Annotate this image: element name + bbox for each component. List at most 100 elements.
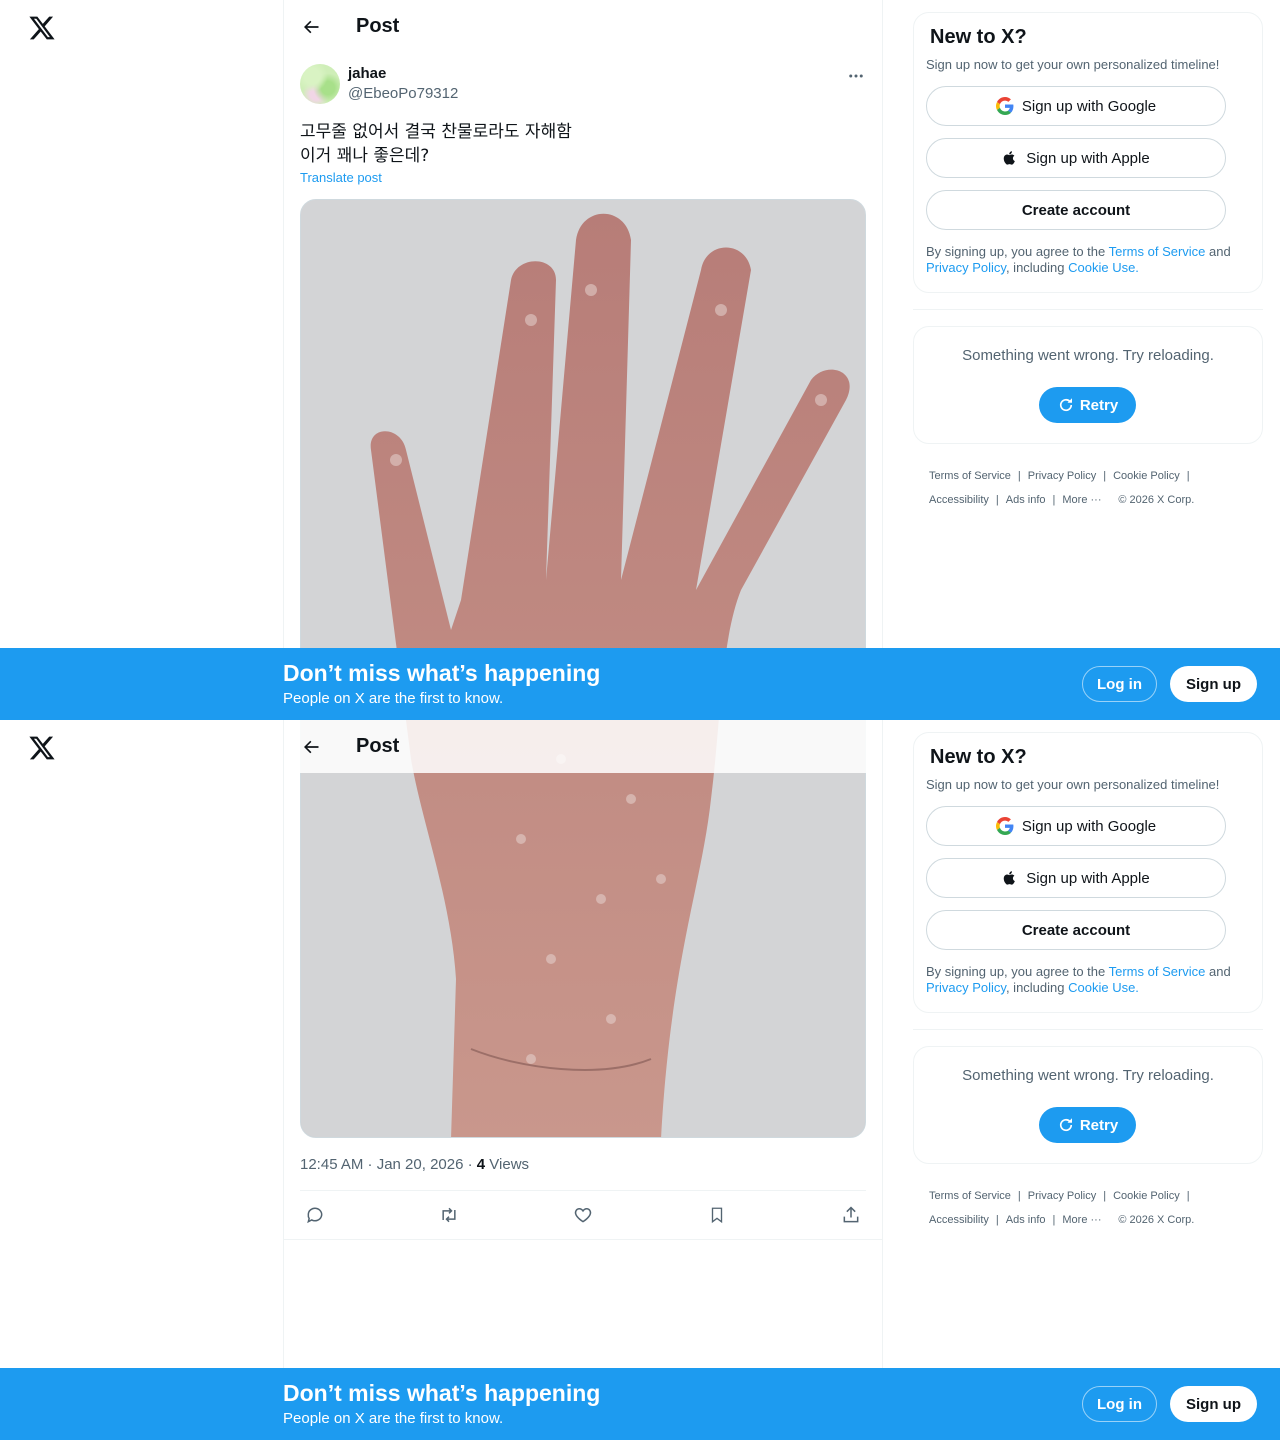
banner-subtitle: People on X are the first to know. [283,1410,504,1427]
footer-more-link[interactable]: More ··· [1062,494,1101,506]
post-text-line-2: 이거 꽤나 좋은데? [300,146,430,166]
share-icon[interactable] [840,1204,862,1226]
terms-of-service-link[interactable]: Terms of Service [1109,244,1206,259]
signup-legal-text: By signing up, you agree to the Terms of… [926,244,1250,276]
google-signup-label: Sign up with Google [1021,97,1157,115]
error-message: Something went wrong. Try reloading. [962,1067,1214,1084]
arrow-left-icon[interactable] [294,10,328,44]
reply-icon[interactable] [304,1204,326,1226]
cookie-use-link[interactable]: Cookie Use. [1068,260,1139,275]
post-text: 고무줄 없어서 결국 찬물로라도 자해함 이거 꽤나 좋은데? [300,120,572,168]
login-button[interactable]: Log in [1082,666,1157,702]
signup-card: New to X? Sign up now to get your own pe… [913,732,1263,1013]
post-author: jahae @EbeoPo79312 [300,64,458,104]
footer-cookie-link[interactable]: Cookie Policy [1113,470,1180,482]
footer-copyright: © 2026 X Corp. [1118,494,1195,506]
signup-button[interactable]: Sign up [1170,1386,1257,1422]
post-meta: 12:45 AM · Jan 20, 2026 · 4 Views [300,1156,529,1173]
legal-and: and [1205,964,1231,979]
views-label: Views [485,1156,530,1173]
terms-of-service-link[interactable]: Terms of Service [1109,964,1206,979]
avatar[interactable] [300,64,340,104]
apple-icon [1002,149,1018,167]
legal-including: , including [1005,980,1069,995]
retry-button[interactable]: Retry [1039,387,1136,423]
refresh-icon [1057,396,1075,414]
apple-signup-button[interactable]: Sign up with Apple [926,138,1226,178]
footer-more-link[interactable]: More ··· [1062,1214,1101,1226]
post-photo[interactable] [300,199,866,720]
google-signup-button[interactable]: Sign up with Google [926,806,1226,846]
footer-terms-link[interactable]: Terms of Service [929,470,1011,482]
footer-accessibility-link[interactable]: Accessibility [929,494,989,506]
footer-accessibility-link[interactable]: Accessibility [929,1214,989,1226]
google-signup-button[interactable]: Sign up with Google [926,86,1226,126]
footer-ads-link[interactable]: Ads info [1006,494,1046,506]
banner-title: Don’t miss what’s happening [283,1380,601,1406]
refresh-icon [1057,1116,1075,1134]
signup-title: New to X? [930,746,1027,768]
post-timestamp[interactable]: 12:45 AM · Jan 20, 2026 · [300,1156,477,1173]
signup-title: New to X? [930,26,1027,48]
bottom-banner: Don’t miss what’s happening People on X … [0,648,1280,720]
google-signup-label: Sign up with Google [1021,817,1157,835]
viewport-scrolled: Post 12:45 AM · Jan 20, 2026 · 4 Views N… [0,720,1280,1440]
legal-and: and [1205,244,1231,259]
sidebar-divider [913,309,1263,310]
banner-title: Don’t miss what’s happening [283,660,601,686]
user-handle[interactable]: @EbeoPo79312 [348,84,458,104]
translate-post-link[interactable]: Translate post [300,170,382,185]
arrow-left-icon[interactable] [294,730,328,764]
post-photo[interactable] [300,720,866,1138]
signup-subtitle: Sign up now to get your own personalized… [926,777,1220,792]
legal-prefix: By signing up, you agree to the [926,244,1109,259]
create-account-button[interactable]: Create account [926,910,1226,950]
footer-terms-link[interactable]: Terms of Service [929,1190,1011,1202]
repost-icon[interactable] [438,1204,460,1226]
create-account-button[interactable]: Create account [926,190,1226,230]
apple-signup-button[interactable]: Sign up with Apple [926,858,1226,898]
post-header: Post [284,0,882,53]
error-card: Something went wrong. Try reloading. Ret… [913,1046,1263,1164]
footer-cookie-link[interactable]: Cookie Policy [1113,1190,1180,1202]
bottom-banner: Don’t miss what’s happening People on X … [0,1368,1280,1440]
legal-prefix: By signing up, you agree to the [926,964,1109,979]
display-name[interactable]: jahae [348,64,458,84]
bookmark-icon[interactable] [706,1204,728,1226]
retry-button[interactable]: Retry [1039,1107,1136,1143]
post-column: Post jahae @EbeoPo79312 고무줄 없어서 결국 찬물로라도… [283,0,883,720]
viewport-top: Post jahae @EbeoPo79312 고무줄 없어서 결국 찬물로라도… [0,0,1280,720]
x-logo-icon[interactable] [28,14,56,42]
more-horizontal-icon[interactable] [844,64,868,88]
page-title: Post [356,15,400,37]
cookie-use-link[interactable]: Cookie Use. [1068,980,1139,995]
post-divider [284,1239,882,1240]
apple-signup-label: Sign up with Apple [1026,869,1150,887]
x-logo-icon[interactable] [28,734,56,762]
heart-icon[interactable] [572,1204,594,1226]
privacy-policy-link[interactable]: Privacy Policy [926,260,1006,275]
post-header: Post [284,720,882,773]
signup-button[interactable]: Sign up [1170,666,1257,702]
retry-label: Retry [1079,396,1119,414]
google-icon [995,817,1014,835]
post-actions [300,1190,866,1239]
legal-including: , including [1005,260,1069,275]
google-icon [995,97,1014,115]
signup-card: New to X? Sign up now to get your own pe… [913,12,1263,293]
footer-privacy-link[interactable]: Privacy Policy [1028,1190,1096,1202]
banner-subtitle: People on X are the first to know. [283,690,504,707]
footer-copyright: © 2026 X Corp. [1118,1214,1195,1226]
footer-privacy-link[interactable]: Privacy Policy [1028,470,1096,482]
apple-icon [1002,869,1018,887]
right-sidebar: New to X? Sign up now to get your own pe… [913,732,1263,1232]
page-title: Post [356,735,400,757]
signup-subtitle: Sign up now to get your own personalized… [926,57,1220,72]
privacy-policy-link[interactable]: Privacy Policy [926,980,1006,995]
footer-links: Terms of Service | Privacy Policy | Cookie P… [929,1190,1195,1226]
right-sidebar: New to X? Sign up now to get your own pe… [913,12,1263,512]
footer-ads-link[interactable]: Ads info [1006,1214,1046,1226]
signup-legal-text: By signing up, you agree to the Terms of… [926,964,1250,996]
login-button[interactable]: Log in [1082,1386,1157,1422]
error-card: Something went wrong. Try reloading. Ret… [913,326,1263,444]
